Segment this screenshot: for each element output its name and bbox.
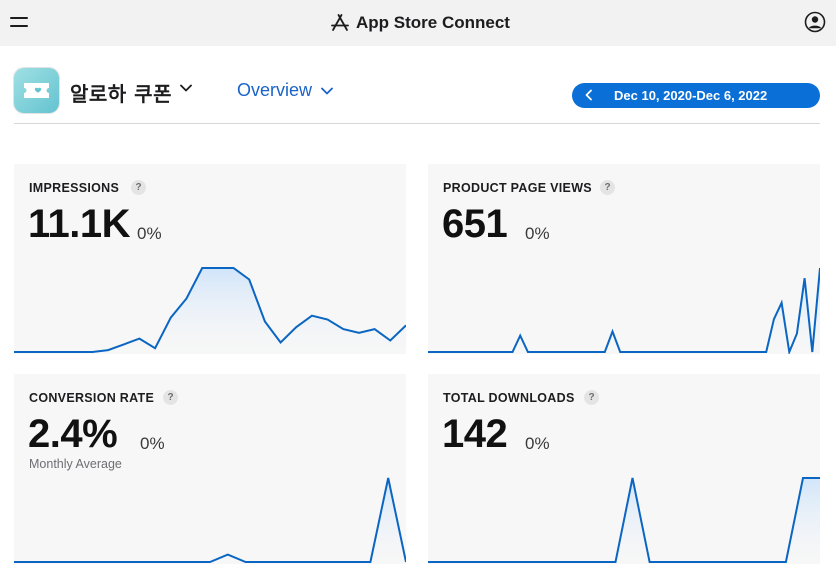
chevron-down-icon[interactable] [180, 84, 192, 92]
metric-card-impressions[interactable]: IMPRESSIONS ? 11.1K 0% [14, 164, 406, 354]
page-header-title: App Store Connect [356, 13, 510, 32]
sparkline-area [428, 268, 820, 354]
metric-title: IMPRESSIONS [29, 181, 120, 195]
metric-change: 0% [525, 434, 550, 453]
header-divider [14, 123, 820, 124]
date-range-button[interactable]: Dec 10, 2020-Dec 6, 2022 [572, 83, 820, 108]
app-header-row: 알로하 쿠폰 Overview Dec 10, 2020-Dec 6, 2022 [14, 66, 820, 118]
metric-title: CONVERSION RATE [29, 391, 155, 405]
help-icon[interactable]: ? [600, 180, 615, 195]
metric-card-product-page-views[interactable]: PRODUCT PAGE VIEWS ? 651 0% [428, 164, 820, 354]
app-name-selector[interactable]: 알로하 쿠폰 [70, 78, 172, 107]
app-store-connect-brand[interactable]: App Store Connect [330, 11, 510, 35]
metric-value: 2.4% [28, 412, 118, 456]
sparkline-line [428, 267, 820, 354]
sparkline-line [14, 477, 406, 563]
top-bar: App Store Connect [0, 0, 836, 46]
metric-title: TOTAL DOWNLOADS [443, 391, 575, 405]
ticket-app-icon[interactable] [14, 68, 59, 113]
metric-value: 11.1K [28, 202, 131, 246]
sparkline-chart [428, 477, 820, 564]
metric-value: 651 [442, 202, 508, 246]
date-range-label: Dec 10, 2020-Dec 6, 2022 [614, 88, 768, 103]
sparkline-chart [14, 477, 406, 564]
sparkline-chart [14, 267, 406, 354]
view-selector[interactable]: Overview [237, 80, 312, 101]
sparkline-chart [428, 267, 820, 354]
help-icon[interactable]: ? [131, 180, 146, 195]
metric-value: 142 [442, 412, 508, 456]
metric-card-conversion-rate[interactable]: CONVERSION RATE ? 2.4% 0% Monthly Averag… [14, 374, 406, 564]
metric-change: 0% [525, 224, 550, 243]
metric-change: 0% [140, 434, 165, 453]
sparkline-area [14, 478, 406, 564]
chevron-left-icon[interactable] [582, 88, 596, 102]
app-store-logo-icon [331, 14, 349, 31]
metric-change: 0% [137, 224, 162, 243]
account-circle-icon[interactable] [804, 11, 826, 33]
help-icon[interactable]: ? [584, 390, 599, 405]
chevron-down-icon[interactable] [321, 87, 333, 95]
hamburger-menu-icon[interactable] [10, 15, 28, 29]
metric-card-total-downloads[interactable]: TOTAL DOWNLOADS ? 142 0% [428, 374, 820, 564]
help-icon[interactable]: ? [163, 390, 178, 405]
metric-title: PRODUCT PAGE VIEWS [443, 181, 592, 195]
sparkline-area [14, 268, 406, 354]
